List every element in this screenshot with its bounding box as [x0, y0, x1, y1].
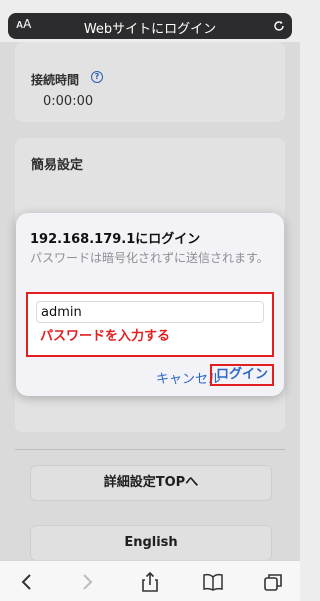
username-field[interactable]: admin [36, 301, 264, 323]
browser-bottom-toolbar [0, 560, 300, 601]
dialog-title: 192.168.179.1にログイン [30, 232, 201, 247]
credentials-highlight: admin パスワードを入力する [26, 292, 274, 357]
forward-icon[interactable] [76, 571, 98, 593]
bookmarks-icon[interactable] [202, 571, 224, 593]
page-title: Webサイトにログイン [83, 22, 217, 37]
share-icon[interactable] [139, 571, 161, 593]
password-field[interactable]: パスワードを入力する [36, 326, 268, 348]
login-button[interactable]: ログイン [210, 364, 274, 386]
tabs-icon[interactable] [262, 571, 284, 593]
back-icon[interactable] [16, 571, 38, 593]
login-dialog: 192.168.179.1にログイン パスワードは暗号化されずに送信されます。 … [16, 213, 284, 396]
reload-icon[interactable] [272, 18, 286, 37]
dialog-message: パスワードは暗号化されずに送信されます。 [30, 251, 269, 265]
browser-top-bar: ᴀA Webサイトにログイン [0, 0, 300, 42]
